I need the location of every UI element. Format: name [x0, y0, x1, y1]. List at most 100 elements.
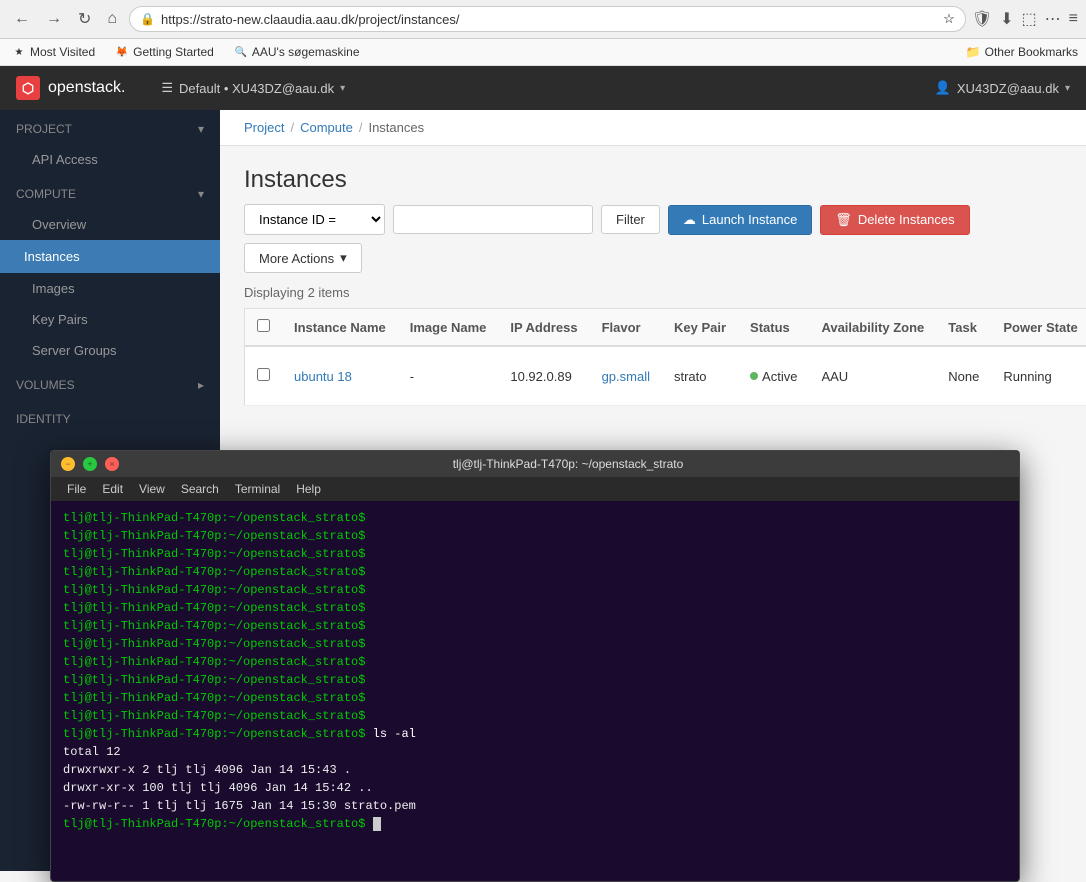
more-actions-button[interactable]: More Actions ▾ [244, 243, 362, 273]
bookmark-aau[interactable]: 🔍 AAU's søgemaskine [230, 43, 364, 61]
terminal-line-2: tlj@tlj-ThinkPad-T470p:~/openstack_strat… [63, 527, 1007, 545]
table-row: ubuntu 18 - 10.92.0.89 gp.small strato [245, 346, 1086, 406]
sidebar-item-api-access[interactable]: API Access [0, 144, 220, 175]
user-icon: 👤 [935, 80, 951, 96]
trash-icon: 🗑 [835, 212, 852, 228]
terminal-menubar: File Edit View Search Terminal Help [51, 477, 1019, 501]
browser-toolbar: ← → ↻ ⌂ 🔒 https://strato-new.claaudia.aa… [0, 0, 1086, 39]
bookmark-getting-started[interactable]: 🦊 Getting Started [111, 43, 218, 61]
terminal-cmd-line: tlj@tlj-ThinkPad-T470p:~/openstack_strat… [63, 725, 1007, 743]
terminal-titlebar: − + × tlj@tlj-ThinkPad-T470p: ~/openstac… [51, 451, 1019, 477]
server-groups-label: Server Groups [32, 343, 117, 358]
row-key-pair: strato [662, 346, 738, 406]
other-bookmarks[interactable]: 📁 Other Bookmarks [966, 45, 1078, 59]
row-az: AAU [809, 346, 936, 406]
col-az: Availability Zone [809, 309, 936, 347]
forward-button[interactable]: → [40, 8, 68, 30]
terminal-menu-help[interactable]: Help [288, 479, 329, 499]
sidebar-item-images[interactable]: Images [0, 273, 220, 304]
sidebar-project-header[interactable]: Project ▾ [0, 110, 220, 144]
breadcrumb-project[interactable]: Project [244, 120, 284, 135]
aau-icon: 🔍 [234, 45, 248, 59]
terminal-menu-file[interactable]: File [59, 479, 94, 499]
select-all-header [245, 309, 283, 347]
filter-by-select[interactable]: Instance ID = Instance Name = Status = [245, 205, 384, 234]
status-dot [750, 372, 758, 380]
sidebar-item-instances[interactable]: Instances [0, 240, 220, 273]
terminal-minimize-button[interactable]: − [61, 457, 75, 471]
most-visited-label: Most Visited [30, 45, 95, 59]
bookmark-most-visited[interactable]: ★ Most Visited [8, 43, 99, 61]
row-checkbox[interactable] [257, 368, 270, 381]
terminal-line-4: tlj@tlj-ThinkPad-T470p:~/openstack_strat… [63, 563, 1007, 581]
terminal-line-11: tlj@tlj-ThinkPad-T470p:~/openstack_strat… [63, 689, 1007, 707]
table-info: Displaying 2 items [244, 285, 1062, 300]
download-icon: ⬇ [1000, 9, 1013, 29]
col-image-name: Image Name [398, 309, 499, 347]
select-all-checkbox[interactable] [257, 319, 270, 332]
folder-icon: 📁 [966, 45, 981, 59]
terminal-menu-terminal[interactable]: Terminal [227, 479, 288, 499]
extensions-icon: ⋯ [1045, 9, 1061, 29]
launch-instance-button[interactable]: ☁ Launch Instance [668, 205, 812, 235]
images-label: Images [32, 281, 75, 296]
col-ip-address: IP Address [498, 309, 589, 347]
sidebar-section-compute: Compute ▾ Overview Instances Images Key … [0, 175, 220, 366]
identity-section-label: Identity [16, 412, 71, 426]
terminal-final-line: tlj@tlj-ThinkPad-T470p:~/openstack_strat… [63, 815, 1007, 833]
project-section-label: Project [16, 122, 72, 136]
url-text: https://strato-new.claaudia.aau.dk/proje… [161, 12, 937, 27]
os-logo-text: openstack. [48, 79, 125, 97]
col-power-state: Power State [991, 309, 1086, 347]
col-instance-name: Instance Name [282, 309, 398, 347]
sidebar-item-overview[interactable]: Overview [0, 209, 220, 240]
sidebar-volumes-header[interactable]: Volumes ▸ [0, 366, 220, 400]
os-header-project[interactable]: ☰ Default • XU43DZ@aau.dk ▾ [161, 80, 345, 96]
terminal-menu-view[interactable]: View [131, 479, 173, 499]
delete-instances-button[interactable]: 🗑 Delete Instances [820, 205, 969, 235]
other-bookmarks-label: Other Bookmarks [985, 45, 1078, 59]
terminal-output-line1: drwxrwxr-x 2 tlj tlj 4096 Jan 14 15:43 . [63, 761, 1007, 779]
terminal-menu-search[interactable]: Search [173, 479, 227, 499]
breadcrumb: Project / Compute / Instances [220, 110, 1086, 146]
col-task: Task [936, 309, 991, 347]
row-checkbox-cell [245, 346, 283, 406]
terminal-output-line3: -rw-rw-r-- 1 tlj tlj 1675 Jan 14 15:30 s… [63, 797, 1007, 815]
address-bar[interactable]: 🔒 https://strato-new.claaudia.aau.dk/pro… [129, 6, 966, 32]
flavor-link[interactable]: gp.small [602, 369, 650, 384]
sidebar-item-server-groups[interactable]: Server Groups [0, 335, 220, 366]
terminal-line-10: tlj@tlj-ThinkPad-T470p:~/openstack_strat… [63, 671, 1007, 689]
terminal-line-6: tlj@tlj-ThinkPad-T470p:~/openstack_strat… [63, 599, 1007, 617]
breadcrumb-sep2: / [359, 120, 363, 135]
sidebar-item-key-pairs[interactable]: Key Pairs [0, 304, 220, 335]
col-flavor: Flavor [590, 309, 662, 347]
filter-input[interactable] [393, 205, 593, 234]
page-header: Instances [220, 146, 1086, 204]
instance-name-link[interactable]: ubuntu 18 [294, 369, 352, 384]
sidebar-compute-header[interactable]: Compute ▾ [0, 175, 220, 209]
home-button[interactable]: ⌂ [101, 8, 123, 30]
terminal-window: − + × tlj@tlj-ThinkPad-T470p: ~/openstac… [50, 450, 1020, 882]
terminal-line-12: tlj@tlj-ThinkPad-T470p:~/openstack_strat… [63, 707, 1007, 725]
sidebar-section-project: Project ▾ API Access [0, 110, 220, 175]
cloud-icon: ☁ [683, 212, 696, 228]
terminal-maximize-button[interactable]: + [83, 457, 97, 471]
volumes-chevron-icon: ▸ [198, 378, 204, 392]
filter-toolbar: Instance ID = Instance Name = Status = F… [244, 204, 1062, 273]
instances-table: Instance Name Image Name IP Address Flav… [244, 308, 1086, 406]
terminal-menu-edit[interactable]: Edit [94, 479, 131, 499]
terminal-close-button[interactable]: × [105, 457, 119, 471]
os-header: ⬡ openstack. ☰ Default • XU43DZ@aau.dk ▾… [0, 66, 1086, 110]
terminal-body[interactable]: tlj@tlj-ThinkPad-T470p:~/openstack_strat… [51, 501, 1019, 881]
filter-button[interactable]: Filter [601, 205, 660, 234]
terminal-output-line2: drwxr-xr-x 100 tlj tlj 4096 Jan 14 15:42… [63, 779, 1007, 797]
filter-select-wrapper[interactable]: Instance ID = Instance Name = Status = [244, 204, 385, 235]
back-button[interactable]: ← [8, 8, 36, 30]
col-status: Status [738, 309, 809, 347]
reload-button[interactable]: ↻ [72, 7, 97, 31]
os-header-user[interactable]: 👤 XU43DZ@aau.dk ▾ [935, 80, 1070, 96]
key-pairs-label: Key Pairs [32, 312, 88, 327]
sidebar-identity-header[interactable]: Identity [0, 400, 220, 434]
table-header-row: Instance Name Image Name IP Address Flav… [245, 309, 1086, 347]
breadcrumb-compute[interactable]: Compute [300, 120, 353, 135]
